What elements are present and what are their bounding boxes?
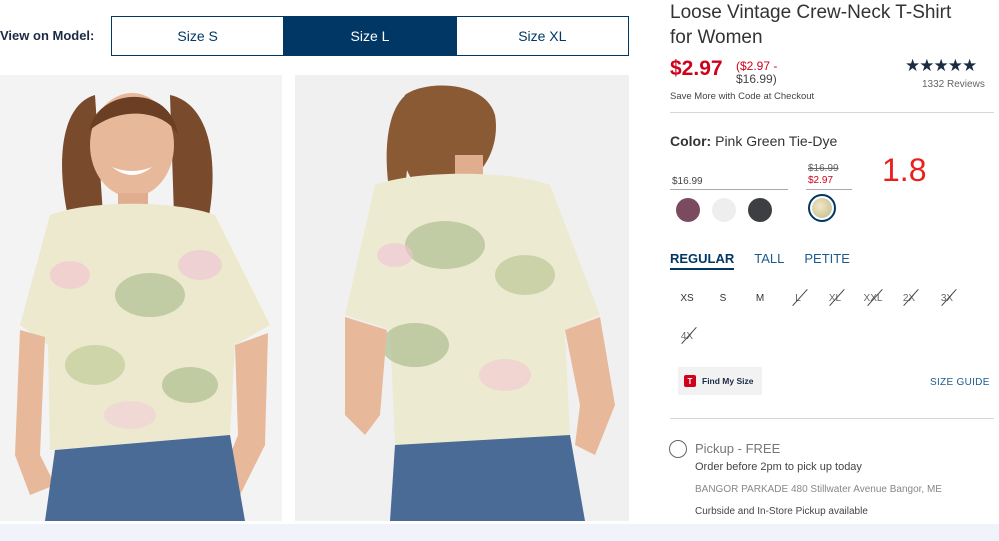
size-guide-link[interactable]: SIZE GUIDE [930, 377, 990, 388]
find-my-size-button[interactable]: T Find My Size [678, 367, 762, 395]
pickup-store: BANGOR PARKADE 480 Stillwater Avenue Ban… [695, 484, 942, 495]
divider [670, 418, 994, 419]
rating-stars-icon[interactable]: ★★★★★ [905, 56, 977, 76]
price-range: ($2.97 - $16.99) [736, 60, 777, 86]
reviews-link[interactable]: 1332 Reviews [922, 79, 985, 90]
tab-tall[interactable]: TALL [754, 251, 784, 270]
size-option-s[interactable]: S [706, 286, 740, 310]
product-photo-back[interactable] [295, 75, 629, 521]
size-option-l[interactable]: L [781, 286, 815, 310]
swatch-white[interactable] [712, 198, 736, 222]
size-option-3x[interactable]: 3X [930, 286, 964, 310]
tab-petite[interactable]: PETITE [804, 251, 850, 270]
t-logo-icon: T [684, 375, 696, 387]
pickup-radio[interactable] [669, 440, 687, 458]
swatch-group-price: $16.99 [672, 176, 703, 187]
save-more-text: Save More with Code at Checkout [670, 91, 815, 102]
price-range-regular: $16.99) [736, 72, 777, 86]
fit-tabs: REGULAR TALL PETITE [670, 251, 850, 270]
tab-size-s[interactable]: Size S [112, 17, 285, 55]
annotation-text: 1.8 [882, 152, 927, 188]
product-title: Loose Vintage Crew-Neck T-Shirt for Wome… [670, 2, 952, 48]
tab-regular[interactable]: REGULAR [670, 251, 735, 270]
product-photo-front[interactable] [0, 75, 282, 521]
sale-group-divider [806, 189, 852, 190]
pickup-curbside: Curbside and In-Store Pickup available [695, 506, 868, 517]
size-option-4x[interactable]: 4X [670, 324, 704, 348]
model-size-tabs: Size S Size L Size XL [111, 16, 629, 56]
swatch-charcoal[interactable] [748, 198, 772, 222]
view-on-model-label: View on Model: [0, 28, 95, 43]
tab-size-l[interactable]: Size L [284, 17, 457, 55]
size-option-xxl[interactable]: XXL [856, 286, 890, 310]
swatch-tie-dye[interactable] [812, 198, 832, 218]
bottom-strip [0, 524, 999, 541]
color-label: Color: Pink Green Tie-Dye [670, 133, 837, 149]
tab-size-xl[interactable]: Size XL [457, 17, 628, 55]
pickup-label[interactable]: Pickup - FREE [695, 441, 780, 456]
color-label-key: Color: [670, 133, 712, 149]
swatch-sale-price: $2.97 [808, 175, 834, 186]
swatch-plum[interactable] [676, 198, 700, 222]
size-option-xs[interactable]: XS [670, 286, 704, 310]
size-option-m[interactable]: M [743, 286, 777, 310]
size-option-2x[interactable]: 2X [892, 286, 926, 310]
size-option-xl[interactable]: XL [818, 286, 852, 310]
pickup-order-before: Order before 2pm to pick up today [695, 461, 862, 473]
swatch-group-divider [670, 189, 788, 190]
divider [670, 112, 994, 113]
sale-price: $2.97 [670, 57, 723, 80]
find-my-size-label: Find My Size [702, 376, 754, 386]
color-value: Pink Green Tie-Dye [715, 133, 838, 149]
swatch-strike-price: $16.99 [808, 163, 839, 174]
